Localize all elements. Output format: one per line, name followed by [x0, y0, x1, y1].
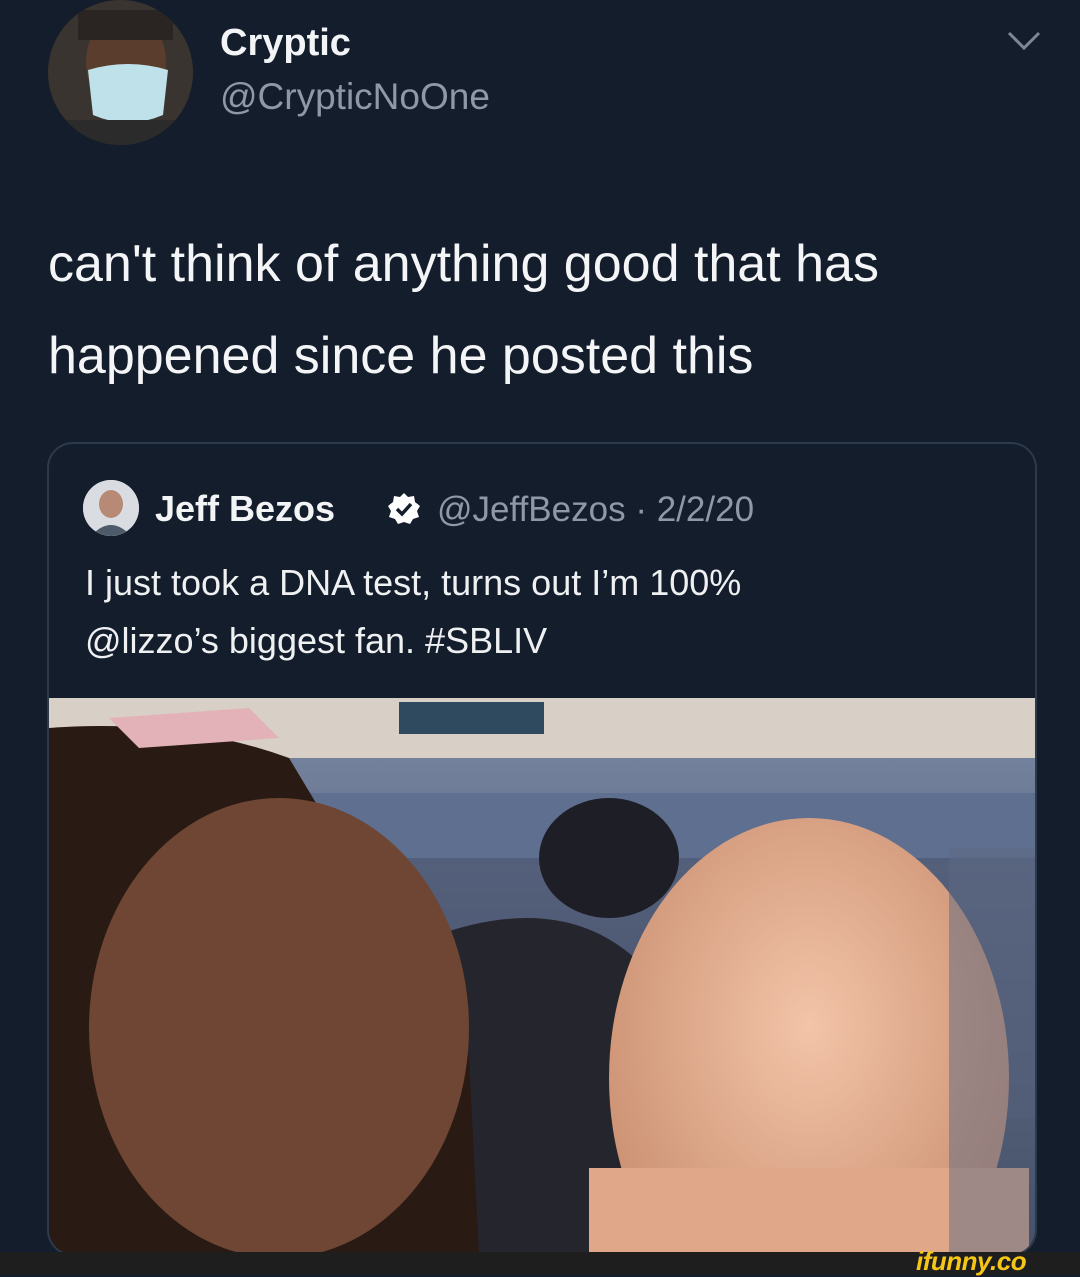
- author-avatar[interactable]: [48, 0, 193, 145]
- quoted-date: 2/2/20: [656, 490, 755, 529]
- quoted-text-line: I just took a DNA test, turns out I’m 10…: [85, 562, 742, 603]
- chevron-down-icon[interactable]: [1006, 28, 1042, 54]
- tweet-header: Cryptic @CrypticNoOne: [48, 0, 1048, 150]
- verified-badge-icon: [388, 493, 420, 524]
- meta-separator: ·: [635, 490, 647, 529]
- author-name[interactable]: Cryptic: [220, 22, 351, 65]
- tweet-text: can't think of anything good that has ha…: [48, 218, 1038, 402]
- quoted-tweet-text: I just took a DNA test, turns out I’m 10…: [85, 554, 1005, 670]
- quoted-author-name: Jeff Bezos: [155, 488, 336, 529]
- quoted-tweet-card[interactable]: Jeff Bezos @JeffBezos · 2/2/20 I just to…: [47, 442, 1037, 1256]
- author-handle[interactable]: @CrypticNoOne: [220, 76, 490, 118]
- quoted-text-line: @lizzo’s biggest fan. #SBLIV: [85, 620, 548, 661]
- quoted-meta: @JeffBezos · 2/2/20: [437, 490, 754, 530]
- quoted-author-handle: @JeffBezos: [437, 490, 626, 529]
- quoted-tweet-photo[interactable]: [49, 698, 1035, 1254]
- tweet-text-line: happened since he posted this: [48, 327, 754, 385]
- quoted-author-avatar: [83, 480, 139, 536]
- tweet-text-line: can't think of anything good that has: [48, 235, 879, 293]
- watermark: ifunny.co: [916, 1246, 1027, 1276]
